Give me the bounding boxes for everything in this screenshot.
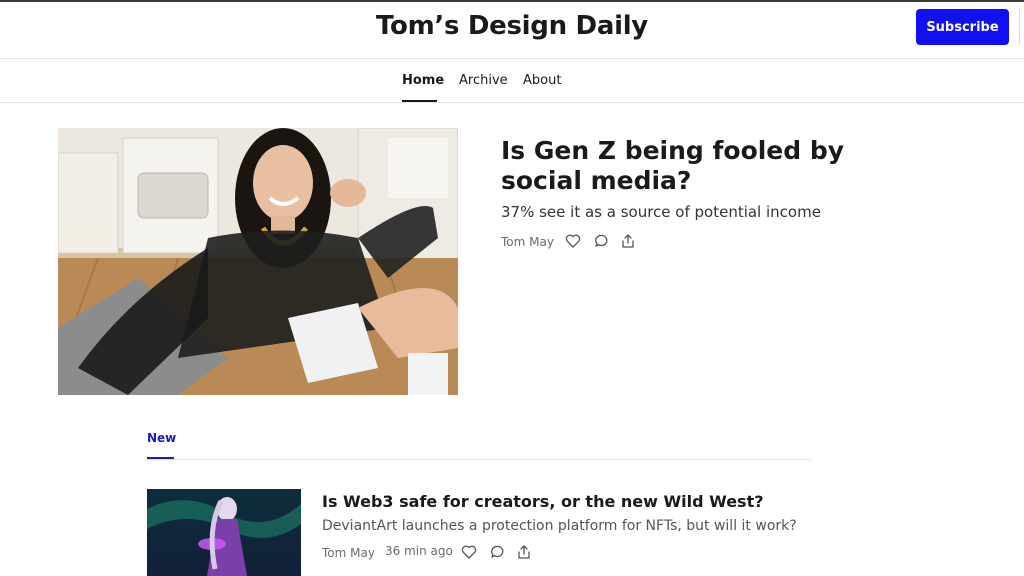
post-illustration <box>147 489 301 576</box>
nav-archive[interactable]: Archive <box>459 73 508 88</box>
post-time: 36 min ago <box>385 544 453 558</box>
post-subtitle[interactable]: DeviantArt launches a protection platfor… <box>322 518 797 534</box>
tab-new[interactable]: New <box>147 431 176 445</box>
post-title[interactable]: Is Web3 safe for creators, or the new Wi… <box>322 492 764 511</box>
subscribe-button[interactable]: Subscribe <box>916 9 1009 45</box>
share-icon[interactable] <box>620 233 636 249</box>
post-thumbnail[interactable] <box>147 489 301 576</box>
heart-icon[interactable] <box>461 544 477 560</box>
comment-icon[interactable] <box>490 544 506 560</box>
hero-title[interactable]: Is Gen Z being fooled by social media? <box>501 136 921 196</box>
nav-about[interactable]: About <box>523 73 561 88</box>
site-title[interactable]: Tom’s Design Daily <box>0 11 1024 41</box>
nav-home[interactable]: Home <box>402 73 444 88</box>
heart-icon[interactable] <box>565 233 581 249</box>
post-author[interactable]: Tom May <box>322 546 375 560</box>
section-divider <box>147 459 811 460</box>
hero-image[interactable] <box>58 128 458 395</box>
comment-icon[interactable] <box>594 233 610 249</box>
hero-author[interactable]: Tom May <box>501 235 554 249</box>
top-bar: Tom’s Design Daily Subscribe <box>0 0 1024 59</box>
share-icon[interactable] <box>516 544 532 560</box>
nav-active-indicator <box>402 100 437 102</box>
window-edge <box>1019 9 1024 45</box>
hero-subtitle[interactable]: 37% see it as a source of potential inco… <box>501 203 821 221</box>
hero-photo <box>58 128 458 395</box>
main-nav: Home Archive About <box>0 59 1024 103</box>
